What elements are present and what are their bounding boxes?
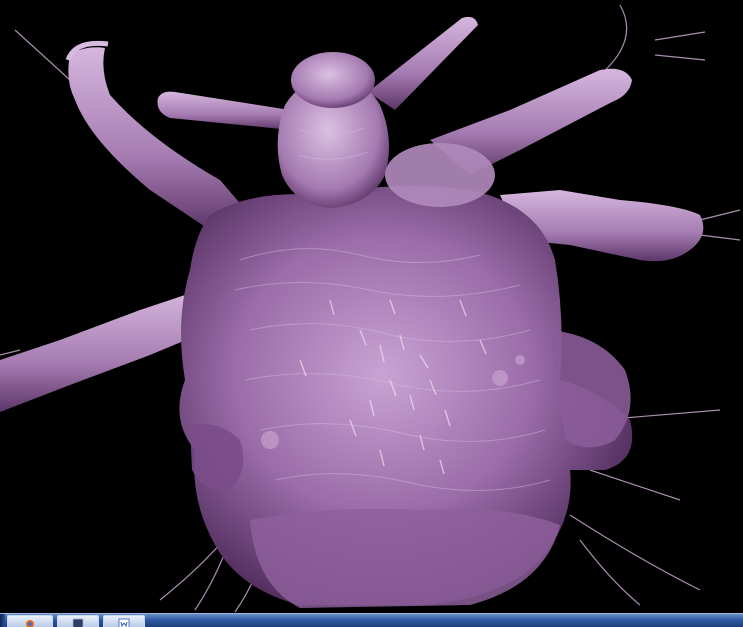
taskbar-button-window[interactable] [57, 615, 99, 627]
taskbar-edge [0, 614, 5, 627]
louse-micrograph [0, 0, 743, 613]
window-icon [72, 618, 84, 627]
screen [0, 0, 743, 627]
taskbar [0, 613, 743, 627]
word-document-icon [118, 618, 130, 627]
browser-icon [26, 620, 34, 627]
taskbar-button-browser[interactable] [7, 615, 53, 627]
taskbar-button-word[interactable] [103, 615, 145, 627]
shoulder-right [385, 143, 495, 207]
head-tip [291, 52, 375, 108]
